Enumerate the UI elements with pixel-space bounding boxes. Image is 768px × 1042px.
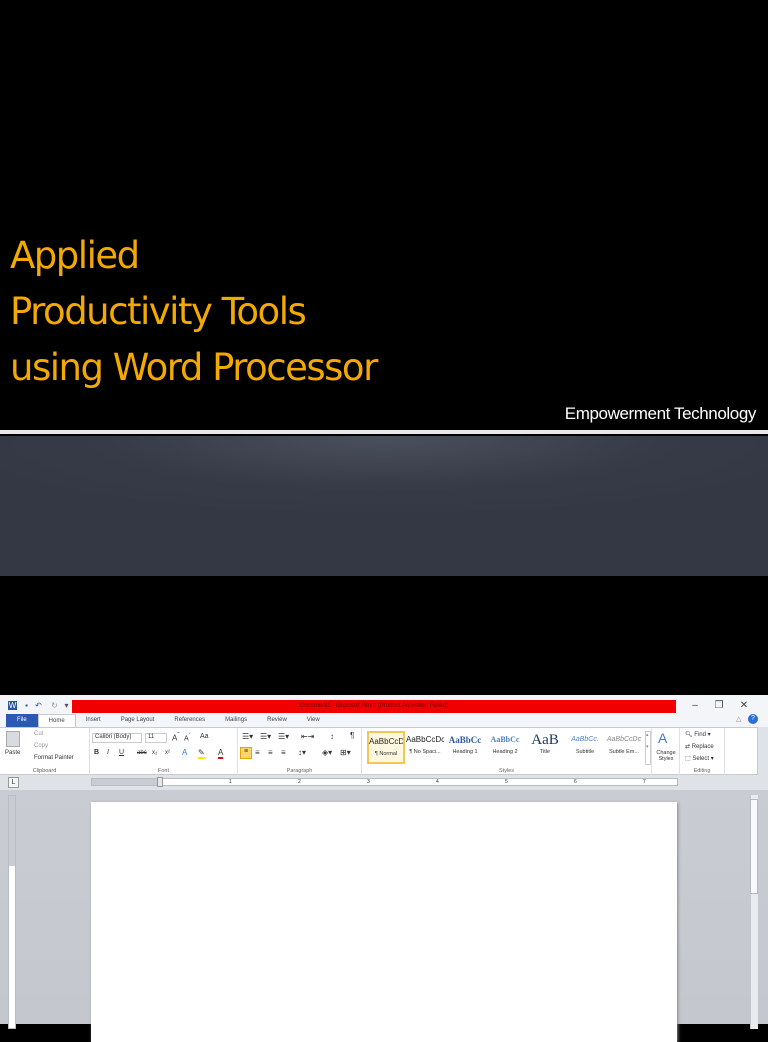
horizontal-ruler[interactable]: 1 2 3 4 5 6 7 [91,777,678,787]
redo-icon[interactable]: ↻ [50,701,59,710]
font-size-select[interactable]: 11 [145,733,167,743]
style-normal[interactable]: AaBbCcDc¶ Normal [367,731,405,764]
tab-references[interactable]: References [164,714,215,727]
style-heading-2[interactable]: AaBbCc Heading 2 [486,731,524,764]
group-label: Editing [693,768,711,774]
strikethrough-button[interactable]: abc [137,750,147,756]
justify-icon[interactable]: ≡ [281,748,286,757]
scrollbar-thumb[interactable] [750,799,758,894]
clipboard-group: Paste Cut Copy Format Painter Clipboard [0,728,90,775]
group-label: Font [157,768,169,774]
borders-icon[interactable]: ⊞▾ [340,748,351,757]
multilevel-list-icon[interactable]: ☰▾ [278,732,289,741]
word-screenshot: W ▪ ↶ ↻ ▾ Document1 - Microsoft Word (Pr… [0,695,768,1042]
indent-icons[interactable]: ⇤⇥ [301,732,314,741]
tab-mailings[interactable]: Mailings [215,714,257,727]
tab-home[interactable]: Home [37,714,76,727]
customize-qat-icon[interactable]: ▾ [62,701,71,710]
indent-marker[interactable] [157,777,163,787]
title-line: using Word Processor [10,346,378,389]
find-button[interactable]: 🔍︎ Find ▾ [685,731,711,738]
style-no-spacing[interactable]: AaBbCcDc ¶ No Spaci... [406,731,444,764]
style-subtle-emphasis[interactable]: AaBbCcDc Subtle Em... [605,731,643,764]
replace-button[interactable]: ⇄ Replace [685,743,714,750]
highlight-icon[interactable]: ✎ [198,748,205,759]
align-left-icon[interactable]: ≡ [240,747,252,759]
shrink-font-icon[interactable]: Aˇ [184,733,191,742]
tab-insert[interactable]: Insert [76,714,111,727]
select-button[interactable]: ⬚ Select ▾ [685,755,714,762]
word-logo-icon: W [8,701,17,710]
show-formatting-button[interactable]: ¶ [350,731,354,740]
subscript-button[interactable]: x₂ [152,750,157,756]
change-styles-icon: A [658,730,668,746]
editing-group: 🔍︎ Find ▾ ⇄ Replace ⬚ Select ▾ Editing [680,728,725,775]
group-label: Paragraph [286,768,313,774]
tab-selector-icon[interactable]: L [8,777,19,788]
content-band [0,436,768,576]
group-label: Styles [499,768,514,774]
shading-icon[interactable]: ◈▾ [322,748,332,757]
underline-button[interactable]: U [119,749,124,756]
quick-access-toolbar: W ▪ ↶ ↻ ▾ Document1 - Microsoft Word (Pr… [0,695,768,713]
change-case-button[interactable]: Aa [200,733,209,740]
minimize-ribbon-icon[interactable]: △ [736,715,741,723]
bold-button[interactable]: B [94,749,99,756]
paste-button[interactable]: Paste [5,750,20,756]
bullets-icon[interactable]: ☰▾ [242,732,253,741]
text-effects-icon[interactable]: A [182,748,187,757]
window-title: Document1 - Microsoft Word (Product Acti… [72,700,676,713]
styles-scroll[interactable]: ▴ ▾ [645,731,651,765]
sort-icon[interactable]: ↕ [330,732,334,741]
format-painter-button[interactable]: Format Painter [34,755,74,761]
close-button[interactable]: ✕ [737,700,751,711]
paragraph-group: ☰▾ ☰▾ ☰▾ ⇤⇥ ↕ ¶ ≡ ≡ ≡ ≡ ↕▾ ◈▾ ⊞▾ Paragra… [238,728,362,775]
slide-subtitle: Empowerment Technology [564,404,757,423]
align-right-icon[interactable]: ≡ [268,748,273,757]
restore-button[interactable]: ❐ [712,700,726,711]
font-color-icon[interactable]: A [218,748,224,759]
style-heading-1[interactable]: AaBbCc Heading 1 [446,731,484,764]
help-icon[interactable]: ? [748,714,758,724]
cut-button[interactable]: Cut [34,731,43,737]
font-group: Calibri (Body) 11 Aˆ Aˇ Aa B I U abc x₂ … [90,728,238,775]
title-line: Applied [10,234,140,277]
tab-file[interactable]: File [6,714,38,727]
document-page[interactable] [91,802,677,1042]
minimize-button[interactable]: – [688,700,702,711]
style-title[interactable]: AaB Title [526,731,564,764]
save-icon[interactable]: ▪ [22,701,31,710]
divider [0,430,768,434]
font-name-select[interactable]: Calibri (Body) [92,733,142,743]
grow-font-icon[interactable]: Aˆ [172,732,180,743]
vertical-ruler[interactable] [8,795,16,1029]
change-styles-button[interactable]: A Change Styles [652,728,680,775]
slide-title: Applied Productivity Tools using Word Pr… [10,228,378,396]
align-center-icon[interactable]: ≡ [255,748,260,757]
italic-button[interactable]: I [107,749,109,756]
styles-group: AaBbCcDc¶ Normal AaBbCcDc¶ No Spaci... A… [362,728,652,775]
paste-icon[interactable] [6,731,20,747]
ribbon-tabs: File Home Insert Page Layout References … [0,713,768,727]
tab-view[interactable]: View [297,714,330,727]
line-spacing-icon[interactable]: ↕▾ [298,748,306,757]
ribbon-home: Paste Cut Copy Format Painter Clipboard … [0,727,758,775]
style-subtitle[interactable]: AaBbCc. Subtitle [566,731,604,764]
tab-review[interactable]: Review [257,714,297,727]
numbering-icon[interactable]: ☰▾ [260,732,271,741]
superscript-button[interactable]: x² [165,750,170,756]
copy-button[interactable]: Copy [34,743,48,749]
undo-icon[interactable]: ↶ [34,701,43,710]
group-label: Clipboard [32,768,57,774]
tab-page-layout[interactable]: Page Layout [111,714,165,727]
title-line: Productivity Tools [10,290,307,333]
